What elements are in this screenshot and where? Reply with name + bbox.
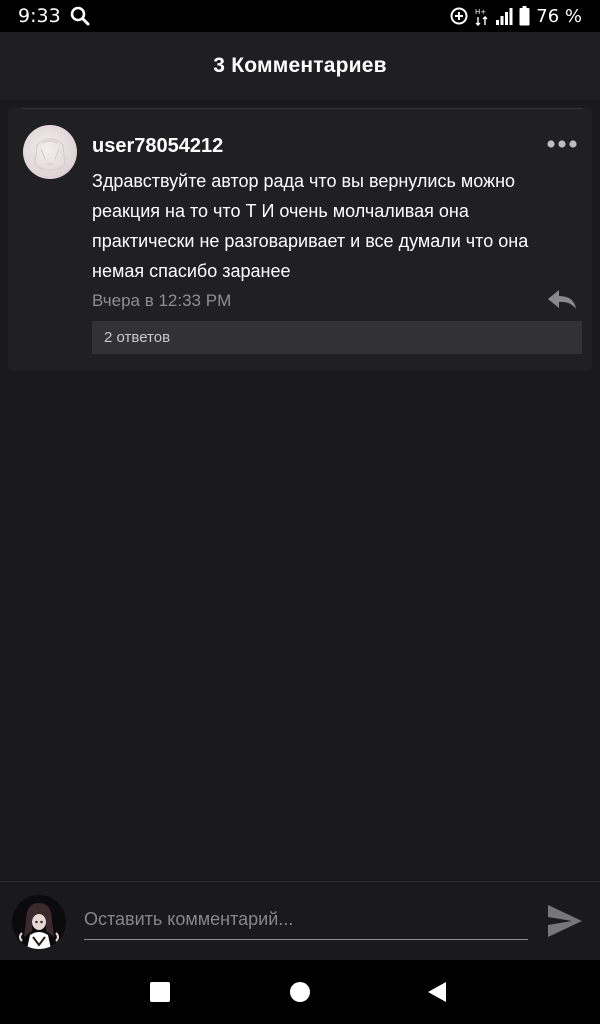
data-saver-icon <box>450 7 468 25</box>
status-bar: 9:33 H+ 76 % <box>0 0 600 32</box>
signal-icon <box>496 8 513 25</box>
divider <box>22 108 582 109</box>
search-icon <box>70 6 90 26</box>
reply-arrow-icon[interactable] <box>546 288 578 312</box>
user-avatar[interactable] <box>12 895 66 949</box>
comment-username[interactable]: user78054212 <box>92 135 223 158</box>
header: 3 Комментариев <box>0 32 600 100</box>
triangle-back-icon[interactable] <box>426 980 450 1004</box>
commenter-avatar[interactable] <box>23 125 77 179</box>
svg-text:H+: H+ <box>475 8 486 16</box>
more-dots-icon[interactable] <box>546 136 578 152</box>
send-icon[interactable] <box>546 902 584 940</box>
replies-button[interactable]: 2 ответов <box>92 321 582 354</box>
comment-input-bar <box>0 881 600 960</box>
mobile-data-icon: H+ <box>475 8 488 26</box>
comment-text: Здравствуйте автор рада что вы вернулись… <box>92 171 529 281</box>
square-recents-icon[interactable] <box>148 980 172 1004</box>
circle-home-icon[interactable] <box>288 980 312 1004</box>
status-icons: H+ 76 % <box>449 4 582 28</box>
comment-timestamp: Вчера в 12:33 PM <box>92 291 232 310</box>
status-time: 9:33 <box>18 5 61 27</box>
comment-input[interactable] <box>84 900 528 940</box>
navigation-bar <box>0 960 600 1024</box>
battery-icon <box>519 6 530 26</box>
avatar-image <box>32 138 68 176</box>
page-title: 3 Комментариев <box>213 54 387 77</box>
comment-card: user78054212 Здравствуйте автор рада что… <box>8 108 592 370</box>
battery-percent: 76 % <box>536 5 582 27</box>
avatar-image <box>19 903 59 949</box>
